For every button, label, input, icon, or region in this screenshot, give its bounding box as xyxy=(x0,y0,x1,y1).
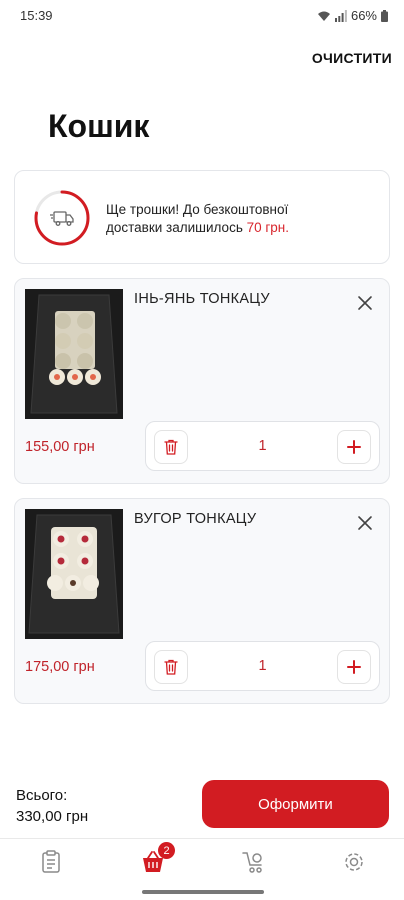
cart-item: ВУГОР ТОНКАЦУ 175,00 грн 1 xyxy=(14,498,390,704)
remove-item-icon[interactable] xyxy=(355,293,375,313)
nav-menu[interactable] xyxy=(38,849,64,875)
battery-icon xyxy=(381,9,388,22)
status-time: 15:39 xyxy=(20,8,53,23)
product-image xyxy=(25,289,123,419)
product-name: ІНЬ-ЯНЬ ТОНКАЦУ xyxy=(134,291,270,307)
nav-settings[interactable] xyxy=(341,849,367,875)
total-value: 330,00 грн xyxy=(16,808,89,825)
cart-badge: 2 xyxy=(158,842,175,859)
page-title: Кошик xyxy=(48,108,150,144)
cart-item: ІНЬ-ЯНЬ ТОНКАЦУ 155,00 грн 1 xyxy=(14,278,390,484)
delivery-progress-ring xyxy=(34,190,90,246)
total-label: Всього: xyxy=(16,787,68,804)
wifi-icon xyxy=(317,11,330,21)
bottom-navigation: 2 xyxy=(0,838,404,886)
checkout-button[interactable]: Оформити xyxy=(202,780,389,828)
nav-delivery[interactable] xyxy=(240,849,266,875)
status-indicators: 66% xyxy=(317,8,388,23)
home-indicator xyxy=(142,890,264,894)
product-price: 155,00 грн xyxy=(25,439,95,455)
clear-cart-button[interactable]: ОЧИСТИТИ xyxy=(312,50,392,66)
increase-quantity-button[interactable] xyxy=(337,430,371,464)
battery-percent: 66% xyxy=(350,8,377,23)
status-bar: 15:39 66% xyxy=(0,0,404,32)
settings-icon xyxy=(345,853,363,871)
plus-icon xyxy=(347,440,361,454)
delivery-message-line1: Ще трошки! До безкоштовної xyxy=(106,202,289,217)
product-name: ВУГОР ТОНКАЦУ xyxy=(134,511,257,527)
product-price: 175,00 грн xyxy=(25,659,95,675)
product-image xyxy=(25,509,123,639)
free-delivery-card: Ще трошки! До безкоштовної доставки зали… xyxy=(14,170,390,264)
signal-icon xyxy=(334,9,347,22)
nav-cart[interactable]: 2 xyxy=(140,842,175,875)
increase-quantity-button[interactable] xyxy=(337,650,371,684)
free-delivery-message: Ще трошки! До безкоштовної доставки зали… xyxy=(106,201,289,237)
delivery-message-line2: доставки залишилось 70 грн. xyxy=(106,220,290,235)
quantity-stepper: 1 xyxy=(145,421,380,471)
remaining-amount: 70 грн. xyxy=(246,220,290,235)
delivery-icon xyxy=(242,852,262,873)
delivery-truck-icon xyxy=(50,211,74,226)
quantity-stepper: 1 xyxy=(145,641,380,691)
plus-icon xyxy=(347,660,361,674)
menu-icon xyxy=(42,850,60,873)
remove-item-icon[interactable] xyxy=(355,513,375,533)
